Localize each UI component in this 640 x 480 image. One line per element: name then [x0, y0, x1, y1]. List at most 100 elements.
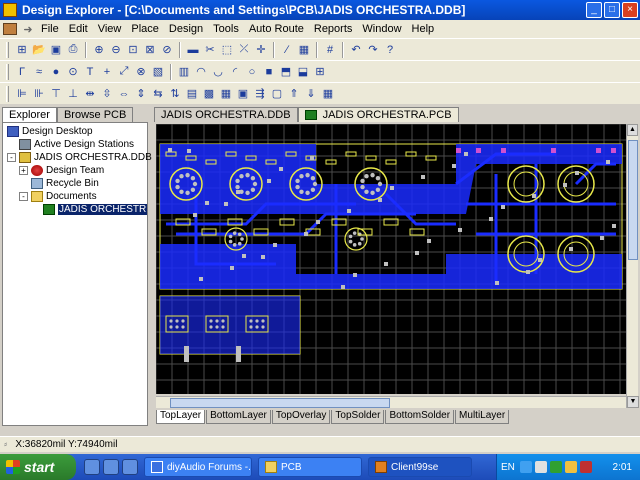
hatch-icon[interactable]: ▧: [150, 64, 166, 80]
pad-icon[interactable]: ●: [48, 64, 64, 80]
fill-icon[interactable]: ■: [261, 64, 277, 80]
layer-tab-bottomlayer[interactable]: BottomLayer: [206, 410, 271, 424]
task-pcb-folder[interactable]: PCB: [258, 457, 362, 477]
quicklaunch-browser-icon[interactable]: [84, 459, 100, 475]
tray-app-icon[interactable]: [549, 461, 562, 473]
layer-tab-topsolder[interactable]: TopSolder: [331, 410, 385, 424]
menu-help[interactable]: Help: [407, 23, 440, 35]
quicklaunch-desktop-icon[interactable]: [122, 459, 138, 475]
layer-tab-topoverlay[interactable]: TopOverlay: [271, 410, 331, 424]
tree-item-design-team[interactable]: + Design Team: [3, 164, 147, 177]
interactive-route-icon[interactable]: Γ: [14, 64, 30, 80]
task-diyaudio[interactable]: diyAudio Forums -...: [144, 457, 252, 477]
collapse-icon[interactable]: -: [19, 192, 28, 201]
back-arrow-icon[interactable]: ➜: [20, 23, 36, 36]
netlist-icon[interactable]: ▬: [185, 42, 201, 58]
align-left-icon[interactable]: ⊫: [14, 86, 30, 102]
zoom-out-icon[interactable]: ⊖: [108, 42, 124, 58]
menu-tools[interactable]: Tools: [208, 23, 244, 35]
menu-window[interactable]: Window: [357, 23, 406, 35]
arrange-icon[interactable]: ▦: [218, 86, 234, 102]
grid-icon[interactable]: #: [322, 42, 338, 58]
menu-design[interactable]: Design: [164, 23, 208, 35]
scroll-up-icon[interactable]: ▲: [627, 124, 638, 136]
origin-icon[interactable]: ⊗: [133, 64, 149, 80]
move-down-icon[interactable]: ⇓: [303, 86, 319, 102]
zoom-selection-icon[interactable]: ⊘: [159, 42, 175, 58]
spacing-v-icon[interactable]: ⇅: [167, 86, 183, 102]
tree-item-recycle-bin[interactable]: Recycle Bin: [3, 177, 147, 190]
help-icon[interactable]: ?: [382, 42, 398, 58]
tree-item-design-desktop[interactable]: Design Desktop: [3, 125, 147, 138]
horizontal-scroll-thumb[interactable]: [170, 398, 390, 408]
language-indicator[interactable]: EN: [501, 462, 515, 473]
arc-any-icon[interactable]: ◜: [227, 64, 243, 80]
route-icon[interactable]: ∕: [279, 42, 295, 58]
layer-tab-bottomsolder[interactable]: BottomSolder: [385, 410, 455, 424]
minimize-button[interactable]: _: [586, 2, 602, 18]
distribute-h-icon[interactable]: ⇔: [116, 86, 132, 102]
component-icon[interactable]: ▦: [296, 42, 312, 58]
maximize-button[interactable]: □: [604, 2, 620, 18]
tree-item-database[interactable]: - JADIS ORCHESTRA.DDB: [3, 151, 152, 164]
start-button[interactable]: start: [0, 454, 76, 480]
arc-center-icon[interactable]: ◠: [193, 64, 209, 80]
task-client99se[interactable]: Client99se: [368, 457, 472, 477]
horizontal-scrollbar[interactable]: [156, 396, 626, 408]
close-button[interactable]: ×: [622, 2, 638, 18]
room-icon[interactable]: ▥: [176, 64, 192, 80]
menu-auto-route[interactable]: Auto Route: [244, 23, 309, 35]
tree-item-active-design-stations[interactable]: Active Design Stations: [3, 138, 147, 151]
expand-icon[interactable]: +: [19, 166, 28, 175]
vertical-scroll-thumb[interactable]: [628, 140, 638, 260]
text-icon[interactable]: T: [82, 64, 98, 80]
layer-tab-multilayer[interactable]: MultiLayer: [455, 410, 510, 424]
tree-item-documents[interactable]: - Documents: [3, 190, 147, 203]
tree-toggle-icon[interactable]: ⊞: [14, 42, 30, 58]
move-icon[interactable]: ✛: [253, 42, 269, 58]
pcb-canvas[interactable]: [156, 124, 626, 394]
undo-icon[interactable]: ↶: [348, 42, 364, 58]
document-menu-icon[interactable]: [3, 23, 17, 35]
tab-browse-pcb[interactable]: Browse PCB: [56, 107, 134, 122]
move-up-icon[interactable]: ⇑: [286, 86, 302, 102]
align-right-icon[interactable]: ⊪: [31, 86, 47, 102]
shove-icon[interactable]: ⇶: [252, 86, 268, 102]
via-icon[interactable]: ⊙: [65, 64, 81, 80]
save-icon[interactable]: ▣: [48, 42, 64, 58]
pcb-layout-view[interactable]: [156, 124, 626, 394]
component-group-icon[interactable]: ▣: [235, 86, 251, 102]
menu-file[interactable]: File: [36, 23, 64, 35]
vertical-scrollbar[interactable]: ▲ ▼: [626, 124, 639, 408]
toolbar-grip[interactable]: [6, 41, 9, 58]
tab-explorer[interactable]: Explorer: [2, 107, 57, 122]
move-to-grid-icon[interactable]: ▩: [201, 86, 217, 102]
align-bottom-icon[interactable]: ⊥: [65, 86, 81, 102]
distribute-v-icon[interactable]: ⇕: [133, 86, 149, 102]
zoom-area-icon[interactable]: ⊡: [125, 42, 141, 58]
tab-ddb-document[interactable]: JADIS ORCHESTRA.DDB: [154, 107, 298, 122]
zoom-fit-icon[interactable]: ⊠: [142, 42, 158, 58]
menu-edit[interactable]: Edit: [64, 23, 93, 35]
tray-network-icon[interactable]: [534, 461, 547, 473]
menu-reports[interactable]: Reports: [309, 23, 358, 35]
coordinate-icon[interactable]: +: [99, 64, 115, 80]
arc-edge-icon[interactable]: ◡: [210, 64, 226, 80]
layer-tab-toplayer[interactable]: TopLayer: [156, 410, 206, 424]
split-plane-icon[interactable]: ⬓: [295, 64, 311, 80]
circle-icon[interactable]: ○: [244, 64, 260, 80]
wave-line-icon[interactable]: ≈: [31, 64, 47, 80]
room-arrange-icon[interactable]: ▤: [184, 86, 200, 102]
spacing-h-icon[interactable]: ⇆: [150, 86, 166, 102]
menu-place[interactable]: Place: [126, 23, 164, 35]
outline-icon[interactable]: ▢: [269, 86, 285, 102]
collapse-icon[interactable]: -: [7, 153, 16, 162]
align-center-h-icon[interactable]: ⇹: [82, 86, 98, 102]
align-center-v-icon[interactable]: ⇳: [99, 86, 115, 102]
app-icon[interactable]: [3, 3, 17, 17]
menu-view[interactable]: View: [93, 23, 127, 35]
cross-probe-icon[interactable]: ✂: [202, 42, 218, 58]
array-paste-icon[interactable]: ⊞: [312, 64, 328, 80]
tray-security-icon[interactable]: [579, 461, 592, 473]
tray-volume-icon[interactable]: [564, 461, 577, 473]
